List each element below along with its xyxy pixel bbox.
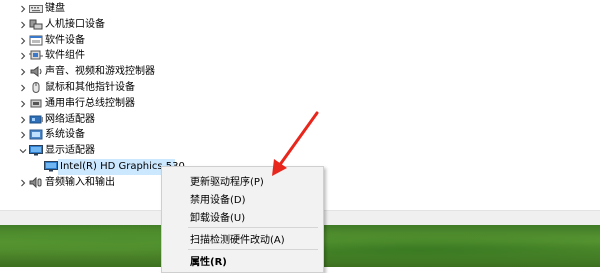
audio-io-icon [29, 176, 43, 189]
display-adapter-icon [44, 161, 58, 172]
tree-row[interactable]: 鼠标和其他指针设备 [0, 80, 600, 96]
tree-row-label: 键盘 [45, 3, 65, 14]
chevron-right-icon[interactable] [18, 67, 28, 77]
speaker-icon [29, 66, 43, 78]
tree-row-label: 人机接口设备 [45, 18, 105, 30]
menu-item-label: 禁用设备(D) [190, 195, 246, 206]
mouse-icon [29, 82, 43, 93]
tree-row[interactable]: 软件组件 [0, 48, 600, 64]
tree-row[interactable]: 通用串行总线控制器 [0, 96, 600, 112]
menu-item-disable-device[interactable]: 禁用设备(D) [162, 188, 323, 206]
system-device-icon [29, 129, 43, 140]
tree-row-label: 软件设备 [45, 34, 85, 46]
tree-row-label: 显示适配器 [45, 145, 95, 157]
tree-row-label: 软件组件 [45, 50, 85, 62]
tree-row[interactable]: 网络适配器 [0, 112, 600, 128]
tree-row-label: 系统设备 [45, 129, 85, 141]
display-adapter-icon [29, 145, 43, 156]
menu-item-update-driver[interactable]: 更新驱动程序(P) [162, 170, 323, 188]
chevron-right-icon[interactable] [18, 99, 28, 109]
menu-item-label: 卸载设备(U) [190, 213, 246, 224]
chevron-right-icon[interactable] [18, 20, 28, 30]
menu-item-properties[interactable]: 属性(R) [162, 250, 323, 268]
usb-icon [29, 98, 43, 109]
keyboard-icon [29, 3, 43, 14]
chevron-right-icon[interactable] [18, 4, 28, 14]
tree-row-label: 音频输入和输出 [45, 176, 115, 188]
software-device-icon [29, 35, 43, 46]
tree-row[interactable]: 软件设备 [0, 33, 600, 49]
hid-icon [29, 19, 43, 30]
tree-row-label: 鼠标和其他指针设备 [45, 82, 135, 93]
menu-item-uninstall-device[interactable]: 卸载设备(U) [162, 206, 323, 224]
menu-item-label: 属性(R) [190, 257, 227, 268]
tree-row[interactable]: 键盘 [0, 1, 600, 17]
chevron-right-icon[interactable] [18, 36, 28, 46]
chevron-right-icon[interactable] [18, 83, 28, 93]
menu-item-label: 更新驱动程序(P) [190, 177, 264, 188]
tree-row[interactable]: 人机接口设备 [0, 17, 600, 33]
software-component-icon [29, 50, 43, 61]
tree-row[interactable]: 声音、视频和游戏控制器 [0, 64, 600, 80]
chevron-right-icon[interactable] [18, 115, 28, 125]
menu-item-label: 扫描检测硬件改动(A) [190, 235, 285, 246]
chevron-down-icon[interactable] [18, 146, 28, 156]
chevron-right-icon[interactable] [18, 130, 28, 140]
tree-row-label: 通用串行总线控制器 [45, 97, 135, 109]
network-adapter-icon [29, 114, 43, 125]
chevron-right-icon[interactable] [18, 51, 28, 61]
tree-row[interactable]: 系统设备 [0, 127, 600, 143]
tree-row[interactable]: 显示适配器 [0, 143, 600, 159]
tree-row-label: 声音、视频和游戏控制器 [45, 66, 155, 78]
tree-row-label: 网络适配器 [45, 113, 95, 125]
chevron-right-icon[interactable] [18, 178, 28, 188]
context-menu: 更新驱动程序(P) 禁用设备(D) 卸载设备(U) 扫描检测硬件改动(A) 属性… [161, 166, 324, 273]
menu-item-scan-hardware[interactable]: 扫描检测硬件改动(A) [162, 228, 323, 246]
